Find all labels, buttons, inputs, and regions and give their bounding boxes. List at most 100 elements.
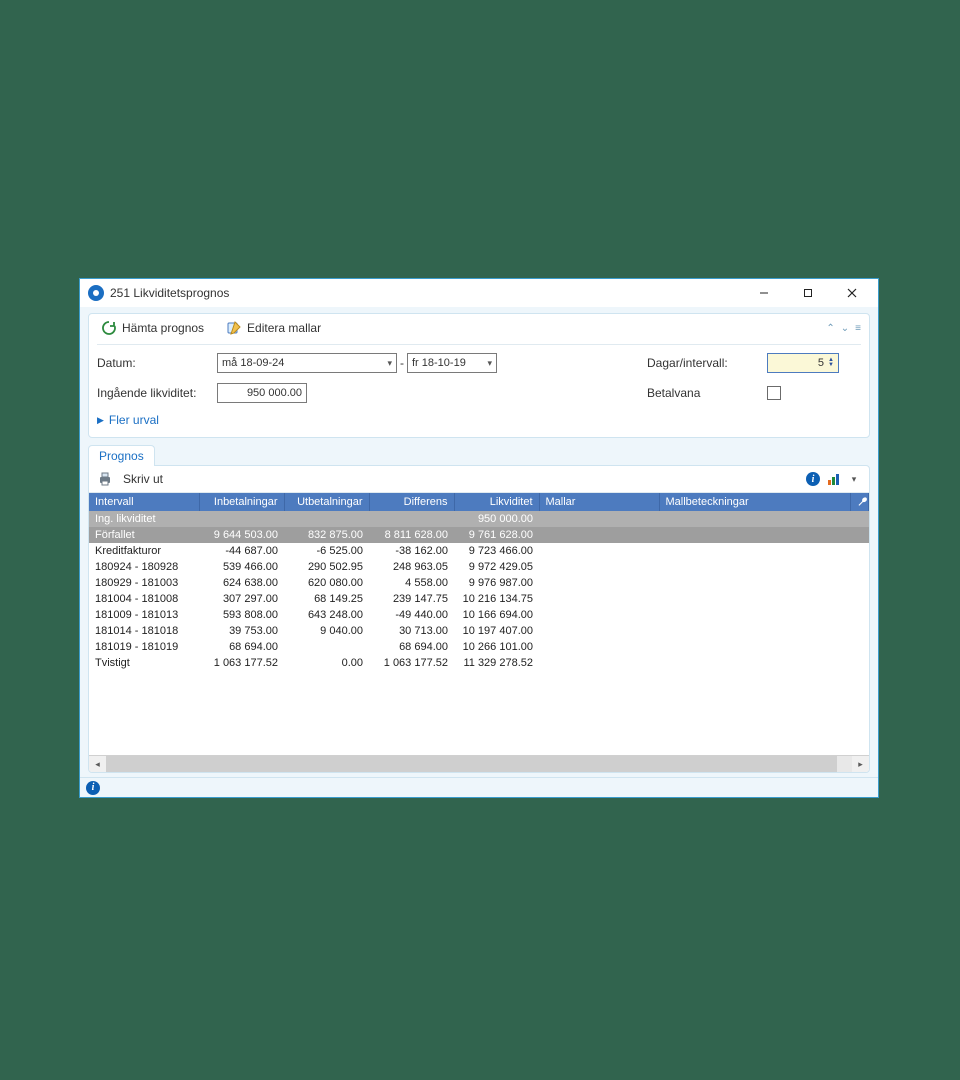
tab-prognos-label: Prognos [99, 449, 144, 463]
cell-value: 643 248.00 [284, 607, 369, 623]
skriv-ut-button[interactable]: Skriv ut [119, 470, 167, 488]
ingaende-likviditet-value: 950 000.00 [247, 387, 302, 399]
col-differens[interactable]: Differens [369, 493, 454, 511]
date-from-dropdown[interactable]: må 18-09-24 ▾ [217, 353, 397, 373]
window-controls [742, 280, 874, 306]
cell-value [539, 559, 659, 575]
info-icon: i [86, 781, 100, 795]
dagar-intervall-label: Dagar/intervall: [647, 356, 767, 370]
chart-button[interactable] [828, 473, 839, 485]
cell-value: 239 147.75 [369, 591, 454, 607]
col-intervall[interactable]: Intervall [89, 493, 199, 511]
cell-value: -6 525.00 [284, 543, 369, 559]
date-to-value: fr 18-10-19 [412, 357, 466, 369]
cell-value [539, 607, 659, 623]
cell-value [851, 591, 869, 607]
hamta-prognos-button[interactable]: Hämta prognos [97, 318, 208, 338]
cell-intervall: Kreditfakturor [89, 543, 199, 559]
print-icon [97, 471, 113, 487]
table-row[interactable]: 180929 - 181003624 638.00620 080.004 558… [89, 575, 869, 591]
tab-prognos[interactable]: Prognos [88, 445, 155, 466]
dagar-intervall-input[interactable]: 5 ▲▼ [767, 353, 839, 373]
menu-icon[interactable]: ≡ [855, 323, 861, 334]
betalvana-label: Betalvana [647, 386, 767, 400]
ing-likviditet-row[interactable]: Ing. likviditet 950 000.00 [89, 511, 869, 527]
tabs: Prognos [88, 444, 870, 465]
cell-value [539, 623, 659, 639]
col-inbetalningar[interactable]: Inbetalningar [199, 493, 284, 511]
data-grid: Intervall Inbetalningar Utbetalningar Di… [89, 493, 869, 755]
cell-value [659, 591, 851, 607]
col-mallbeteckningar[interactable]: Mallbeteckningar [659, 493, 851, 511]
cell-value [851, 655, 869, 671]
editera-mallar-button[interactable]: Editera mallar [222, 318, 325, 338]
cell-value: 39 753.00 [199, 623, 284, 639]
edit-icon [226, 320, 242, 336]
cell-value: 1 063 177.52 [369, 655, 454, 671]
col-mallar[interactable]: Mallar [539, 493, 659, 511]
col-likviditet[interactable]: Likviditet [454, 493, 539, 511]
close-button[interactable] [830, 280, 874, 306]
cell-intervall: 181019 - 181019 [89, 639, 199, 655]
spinner-icon[interactable]: ▲▼ [828, 358, 834, 368]
cell-value: 290 502.95 [284, 559, 369, 575]
cell-value: 10 166 694.00 [454, 607, 539, 623]
scroll-thumb[interactable] [106, 756, 837, 773]
skriv-ut-label: Skriv ut [123, 472, 163, 486]
app-window: 251 Likviditetsprognos Hämta prognos [79, 278, 879, 798]
expand-down-icon[interactable]: ⌄ [841, 323, 849, 334]
info-icon: i [806, 472, 820, 486]
ingaende-likviditet-input[interactable]: 950 000.00 [217, 383, 307, 403]
table-row[interactable]: 181009 - 181013593 808.00643 248.00-49 4… [89, 607, 869, 623]
wrench-icon [857, 496, 869, 508]
date-range-dash: - [397, 356, 407, 370]
cell-value: 620 080.00 [284, 575, 369, 591]
fler-urval-toggle[interactable]: ▶ Fler urval [97, 411, 861, 429]
cell-intervall: 181014 - 181018 [89, 623, 199, 639]
cell-value: 68 149.25 [284, 591, 369, 607]
cell-value [659, 639, 851, 655]
cell-intervall: Förfallet [89, 527, 199, 543]
info-button[interactable]: i [806, 472, 820, 486]
horizontal-scrollbar[interactable]: ◂ ▸ [89, 755, 869, 772]
table-row[interactable]: 181014 - 18101839 753.009 040.0030 713.0… [89, 623, 869, 639]
table-row[interactable]: 180924 - 180928539 466.00290 502.95248 9… [89, 559, 869, 575]
bar-chart-icon [828, 473, 839, 485]
cell-value [851, 527, 869, 543]
filter-form: Datum: må 18-09-24 ▾ - fr 18-10-19 ▾ Dag… [97, 353, 861, 403]
refresh-icon [101, 320, 117, 336]
status-info-button[interactable]: i [86, 781, 100, 795]
table-row[interactable]: 181004 - 181008307 297.0068 149.25239 14… [89, 591, 869, 607]
maximize-button[interactable] [786, 280, 830, 306]
cell-value: 10 216 134.75 [454, 591, 539, 607]
col-settings[interactable] [851, 493, 869, 511]
cell-value: 9 040.00 [284, 623, 369, 639]
table-row[interactable]: Kreditfakturor-44 687.00-6 525.00-38 162… [89, 543, 869, 559]
table-row[interactable]: Förfallet9 644 503.00832 875.008 811 628… [89, 527, 869, 543]
betalvana-checkbox[interactable] [767, 386, 781, 400]
cell-value [851, 607, 869, 623]
cell-value: 9 723 466.00 [454, 543, 539, 559]
scroll-right-button[interactable]: ▸ [852, 756, 869, 773]
col-utbetalningar[interactable]: Utbetalningar [284, 493, 369, 511]
cell-value: 10 266 101.00 [454, 639, 539, 655]
minimize-button[interactable] [742, 280, 786, 306]
scroll-track[interactable] [106, 756, 852, 773]
scroll-left-button[interactable]: ◂ [89, 756, 106, 773]
cell-value: 593 808.00 [199, 607, 284, 623]
cell-value: 9 976 987.00 [454, 575, 539, 591]
cell-value [659, 543, 851, 559]
grid-panel: Skriv ut i ▾ Interv [88, 465, 870, 773]
cell-value [539, 527, 659, 543]
table-row[interactable]: Tvistigt1 063 177.520.001 063 177.5211 3… [89, 655, 869, 671]
grid-toolbar: Skriv ut i ▾ [89, 466, 869, 493]
cell-value: 624 638.00 [199, 575, 284, 591]
hamta-prognos-label: Hämta prognos [122, 321, 204, 335]
dropdown-button[interactable]: ▾ [847, 472, 861, 486]
expand-right-icon: ▶ [97, 415, 104, 426]
table-row[interactable]: 181019 - 18101968 694.0068 694.0010 266 … [89, 639, 869, 655]
panel-mini-buttons: ⌃ ⌄ ≡ [826, 323, 861, 334]
date-to-dropdown[interactable]: fr 18-10-19 ▾ [407, 353, 497, 373]
collapse-up-icon[interactable]: ⌃ [826, 323, 834, 334]
ingaende-likviditet-label: Ingående likviditet: [97, 386, 217, 400]
